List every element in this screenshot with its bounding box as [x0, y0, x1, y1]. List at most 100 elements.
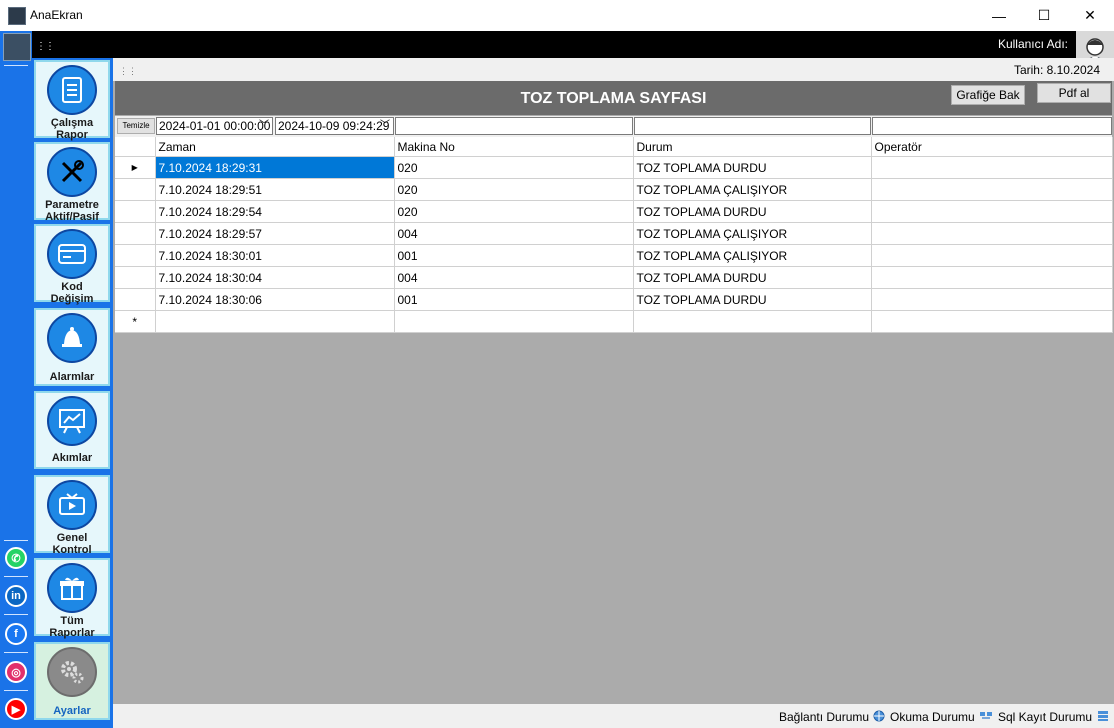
row-header-corner[interactable]: [115, 137, 156, 157]
nav-calisma-rapor-button[interactable]: Çalışma Rapor: [34, 60, 110, 141]
cell-operator[interactable]: [871, 310, 1113, 333]
linkedin-icon[interactable]: in: [5, 585, 27, 607]
app-icon: [8, 7, 26, 25]
pdf-export-button[interactable]: Pdf al: [1037, 83, 1111, 103]
cell-zaman[interactable]: 7.10.2024 18:30:01: [155, 244, 395, 267]
divider: [4, 690, 28, 691]
cell-zaman[interactable]: 7.10.2024 18:29:31: [155, 156, 395, 179]
clear-filter-button[interactable]: Temizle: [117, 118, 155, 134]
cell-operator[interactable]: [871, 178, 1113, 201]
cell-durum[interactable]: TOZ TOPLAMA DURDU: [633, 266, 872, 289]
chevron-down-icon[interactable]: ﹀: [259, 118, 269, 134]
row-selector[interactable]: ▶: [115, 156, 156, 179]
cell-makina-no[interactable]: 004: [394, 266, 634, 289]
nav-label: Aktif/Pasif: [45, 211, 99, 223]
row-selector[interactable]: [115, 244, 156, 267]
cell-makina-no[interactable]: 020: [394, 200, 634, 223]
maximize-button[interactable]: ☐: [1021, 0, 1067, 31]
row-selector[interactable]: [115, 266, 156, 289]
cell-durum[interactable]: TOZ TOPLAMA DURDU: [633, 288, 872, 311]
row-selector[interactable]: [115, 222, 156, 245]
table-row[interactable]: 7.10.2024 18:29:54 020 TOZ TOPLAMA DURDU: [115, 200, 1113, 223]
nav-genel-kontrol-button[interactable]: Genel Kontrol: [34, 475, 110, 556]
nav-label: Raporlar: [49, 627, 95, 639]
operator-filter-input[interactable]: [872, 117, 1112, 135]
nav-ayarlar-button[interactable]: Ayarlar: [34, 642, 110, 720]
cell-operator[interactable]: [871, 200, 1113, 223]
close-button[interactable]: ✕: [1067, 0, 1113, 31]
youtube-icon[interactable]: ▶: [5, 698, 27, 720]
column-header-durum[interactable]: Durum: [633, 137, 872, 157]
nav-tum-raporlar-button[interactable]: Tüm Raporlar: [34, 558, 110, 639]
date-label: Tarih: 8.10.2024: [1013, 63, 1100, 77]
cell-operator[interactable]: [871, 156, 1113, 179]
cell-makina-no[interactable]: 020: [394, 178, 634, 201]
column-header-makina-no[interactable]: Makina No: [394, 137, 634, 157]
chart-view-button[interactable]: Grafiğe Bak: [951, 85, 1025, 105]
new-row[interactable]: *: [115, 310, 1113, 333]
whatsapp-icon[interactable]: ✆: [5, 547, 27, 569]
main-content: ⋮⋮ Tarih: 8.10.2024 TOZ TOPLAMA SAYFASI …: [113, 58, 1114, 704]
cell-zaman[interactable]: 7.10.2024 18:29:51: [155, 178, 395, 201]
nav-label: Ayarlar: [53, 705, 91, 717]
nav-label: Değişim: [50, 293, 94, 305]
end-date-picker[interactable]: 2024-10-09 09:24:29 ﹀: [275, 117, 394, 135]
nav-akimlar-button[interactable]: Akımlar: [34, 391, 110, 469]
cell-operator[interactable]: [871, 288, 1113, 311]
makina-filter-input[interactable]: [395, 117, 633, 135]
chart-board-icon: [47, 396, 97, 446]
cell-durum[interactable]: TOZ TOPLAMA ÇALIŞIYOR: [633, 222, 872, 245]
data-grid[interactable]: Zaman Makina No Durum Operatör ▶ 7.10.20…: [115, 137, 1113, 333]
cell-operator[interactable]: [871, 222, 1113, 245]
cell-zaman[interactable]: 7.10.2024 18:29:54: [155, 200, 395, 223]
row-selector[interactable]: [115, 178, 156, 201]
table-row[interactable]: 7.10.2024 18:30:01 001 TOZ TOPLAMA ÇALIŞ…: [115, 244, 1113, 267]
table-row[interactable]: 7.10.2024 18:29:51 020 TOZ TOPLAMA ÇALIŞ…: [115, 178, 1113, 201]
cell-durum[interactable]: TOZ TOPLAMA ÇALIŞIYOR: [633, 244, 872, 267]
nav-label: Kod: [61, 281, 83, 293]
cell-operator[interactable]: [871, 266, 1113, 289]
connection-status-label: Bağlantı Durumu: [779, 710, 870, 724]
user-name-label: Kullanıcı Adı:: [997, 37, 1068, 51]
row-selector[interactable]: [115, 288, 156, 311]
grip-icon: ⋮⋮: [36, 41, 55, 52]
cell-makina-no[interactable]: 004: [394, 222, 634, 245]
nav-alarmlar-button[interactable]: Alarmlar: [34, 308, 110, 386]
cell-durum[interactable]: [633, 310, 872, 333]
cell-makina-no[interactable]: 020: [394, 156, 634, 179]
cell-durum[interactable]: TOZ TOPLAMA ÇALIŞIYOR: [633, 178, 872, 201]
nav-kod-degisim-button[interactable]: Kod Değişim: [34, 224, 110, 305]
nav-parametre-button[interactable]: Parametre Aktif/Pasif: [34, 142, 110, 223]
chevron-down-icon[interactable]: ﹀: [380, 118, 390, 134]
durum-filter-input[interactable]: [634, 117, 871, 135]
nav-label: Akımlar: [51, 452, 93, 464]
cell-durum[interactable]: TOZ TOPLAMA DURDU: [633, 200, 872, 223]
minimize-button[interactable]: —: [976, 0, 1022, 31]
nav-label: Rapor: [56, 129, 88, 141]
gift-icon: [47, 563, 97, 613]
cell-makina-no[interactable]: 001: [394, 288, 634, 311]
instagram-icon[interactable]: ◎: [5, 661, 27, 683]
tools-icon: [47, 147, 97, 197]
start-date-picker[interactable]: 2024-01-01 00:00:00 ﹀: [156, 117, 273, 135]
filter-row: Temizle 2024-01-01 00:00:00 ﹀ 2024-10-09…: [115, 116, 1112, 137]
nav-label: Tüm: [60, 615, 84, 627]
facebook-icon[interactable]: f: [5, 623, 27, 645]
cell-operator[interactable]: [871, 244, 1113, 267]
table-row[interactable]: 7.10.2024 18:29:57 004 TOZ TOPLAMA ÇALIŞ…: [115, 222, 1113, 245]
cell-zaman[interactable]: [155, 310, 395, 333]
cell-zaman[interactable]: 7.10.2024 18:30:06: [155, 288, 395, 311]
column-header-zaman[interactable]: Zaman: [155, 137, 395, 157]
cell-makina-no[interactable]: 001: [394, 244, 634, 267]
cell-makina-no[interactable]: [394, 310, 634, 333]
cell-zaman[interactable]: 7.10.2024 18:29:57: [155, 222, 395, 245]
cell-durum[interactable]: TOZ TOPLAMA DURDU: [633, 156, 872, 179]
table-row[interactable]: ▶ 7.10.2024 18:29:31 020 TOZ TOPLAMA DUR…: [115, 156, 1113, 179]
column-header-operator[interactable]: Operatör: [871, 137, 1113, 157]
row-selector[interactable]: [115, 200, 156, 223]
table-row[interactable]: 7.10.2024 18:30:06 001 TOZ TOPLAMA DURDU: [115, 288, 1113, 311]
new-row-marker[interactable]: *: [115, 310, 156, 333]
table-row[interactable]: 7.10.2024 18:30:04 004 TOZ TOPLAMA DURDU: [115, 266, 1113, 289]
nav-label: Kontrol: [52, 544, 92, 556]
cell-zaman[interactable]: 7.10.2024 18:30:04: [155, 266, 395, 289]
